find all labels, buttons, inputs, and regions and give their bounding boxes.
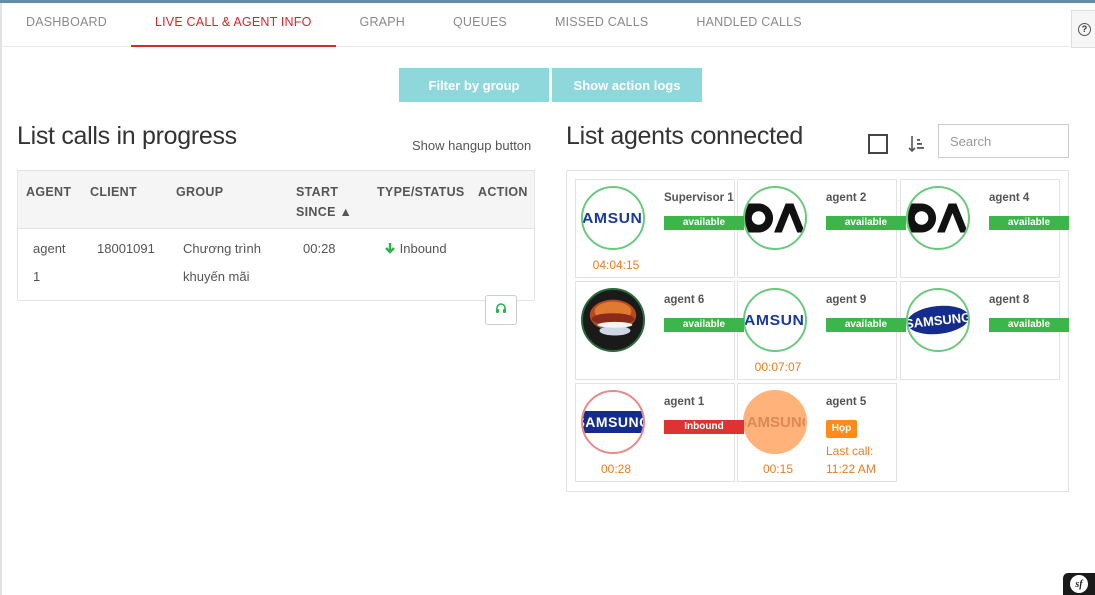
column-start-line2: SINCE ▲ <box>296 205 353 219</box>
agent-card-agent-1[interactable]: SAMSUNG 00:28 agent 1 Inbound <box>575 383 744 482</box>
last-call-info: Last call: 11:22 AM <box>826 442 876 478</box>
agent-timer: 04:04:15 <box>592 258 640 272</box>
symfony-toolbar-button[interactable]: sf <box>1063 573 1095 595</box>
help-button[interactable]: ? <box>1071 10 1095 48</box>
calls-table: AGENT CLIENT GROUP START SINCE ▲ TYPE/ST… <box>17 170 535 325</box>
agent-name: agent 2 <box>826 192 867 204</box>
type-status-label: Inbound <box>399 241 447 256</box>
agents-panel: SAMSUNG 04:04:15 Supervisor 1 available … <box>566 170 1069 492</box>
tab-queues[interactable]: QUEUES <box>429 3 531 47</box>
tab-live-call-agent-info[interactable]: LIVE CALL & AGENT INFO <box>130 3 336 47</box>
select-all-checkbox[interactable] <box>868 134 888 154</box>
cell-type-status: Inbound <box>384 235 447 263</box>
column-type-status[interactable]: TYPE/STATUS <box>377 182 465 202</box>
tab-missed-calls[interactable]: MISSED CALLS <box>531 3 672 47</box>
agent-search-input[interactable] <box>938 124 1069 158</box>
last-call-label: Last call: <box>826 444 874 458</box>
agent-name: agent 6 <box>664 294 705 306</box>
column-group[interactable]: GROUP <box>176 182 223 202</box>
agent-name: agent 4 <box>989 192 1030 204</box>
cell-agent-line2: 1 <box>33 269 41 284</box>
agent-name: agent 5 <box>826 396 867 408</box>
agent-card-agent-6[interactable]: agent 6 available <box>575 281 744 380</box>
status-badge: Inbound <box>664 420 744 434</box>
column-agent[interactable]: AGENT <box>26 182 71 202</box>
samsung-logo-icon: SAMSUNG <box>745 413 805 431</box>
headset-icon <box>495 301 507 319</box>
agent-timer: 00:07:07 <box>754 360 802 374</box>
listen-call-button[interactable] <box>485 295 517 325</box>
left-edge <box>0 3 2 595</box>
show-action-logs-button[interactable]: Show action logs <box>552 68 702 102</box>
status-badge: available <box>989 216 1069 230</box>
calls-table-header: AGENT CLIENT GROUP START SINCE ▲ TYPE/ST… <box>18 171 534 229</box>
cell-group-line1: Chương trình <box>183 241 261 256</box>
samsung-logo-icon: SAMSUNG <box>743 311 805 329</box>
cell-group: Chương trình khuyến mãi <box>183 235 261 291</box>
agent-name: Supervisor 1 <box>664 192 734 204</box>
table-row: agent 1 18001091 Chương trình khuyến mãi… <box>18 229 534 325</box>
cell-group-line2: khuyến mãi <box>183 269 250 284</box>
show-hangup-button-toggle[interactable]: Show hangup button <box>412 138 531 153</box>
tab-handled-calls[interactable]: HANDLED CALLS <box>672 3 825 47</box>
column-client[interactable]: CLIENT <box>90 182 137 202</box>
avatar: SAMSUNG <box>743 288 807 352</box>
on-logo-icon <box>745 203 805 233</box>
status-badge: available <box>664 318 744 332</box>
avatar: SAMSUNG <box>581 390 645 454</box>
status-badge: available <box>826 216 906 230</box>
cell-start-since: 00:28 <box>303 241 336 256</box>
arrow-down-icon <box>384 241 400 256</box>
filter-by-group-button[interactable]: Filter by group <box>399 68 549 102</box>
agent-timer: 00:15 <box>762 462 794 476</box>
question-circle-icon: ? <box>1078 22 1091 36</box>
on-logo-icon <box>908 203 968 233</box>
samsung-logo-icon: SAMSUNG <box>583 411 643 433</box>
avatar <box>743 186 807 250</box>
status-badge: available <box>989 318 1069 332</box>
agent-card-agent-2[interactable]: agent 2 available <box>737 179 906 278</box>
abstract-photo-icon <box>589 299 637 336</box>
symfony-icon: sf <box>1070 575 1088 593</box>
calls-section-title: List calls in progress <box>17 122 237 150</box>
status-badge: available <box>664 216 744 230</box>
cell-agent: agent 1 <box>33 235 66 291</box>
avatar: SAMSUNG <box>906 288 970 352</box>
agent-card-supervisor-1[interactable]: SAMSUNG 04:04:15 Supervisor 1 available <box>575 179 744 278</box>
status-badge: Họp <box>826 420 857 438</box>
sort-amount-icon[interactable] <box>908 134 926 154</box>
avatar: SAMSUNG <box>743 390 807 454</box>
last-call-time: 11:22 AM <box>826 462 876 476</box>
agents-section-title: List agents connected <box>566 122 803 150</box>
agent-name: agent 9 <box>826 294 867 306</box>
column-start-since[interactable]: START SINCE ▲ <box>296 182 352 222</box>
agent-timer: 00:28 <box>600 462 632 476</box>
status-badge: available <box>826 318 906 332</box>
agent-name: agent 1 <box>664 396 705 408</box>
agent-card-agent-5[interactable]: SAMSUNG 00:15 agent 5 Họp Last call: 11:… <box>737 383 897 482</box>
agent-card-agent-8[interactable]: SAMSUNG agent 8 available <box>900 281 1069 380</box>
avatar <box>906 186 970 250</box>
main-tabs: DASHBOARD LIVE CALL & AGENT INFO GRAPH Q… <box>2 3 1070 47</box>
column-start-line1: START <box>296 185 339 199</box>
samsung-logo-icon: SAMSUNG <box>581 209 643 227</box>
avatar: SAMSUNG <box>581 186 645 250</box>
agent-card-agent-9[interactable]: SAMSUNG 00:07:07 agent 9 available <box>737 281 906 380</box>
avatar <box>581 288 645 352</box>
tab-graph[interactable]: GRAPH <box>336 3 429 47</box>
cell-agent-line1: agent <box>33 241 66 256</box>
agent-card-agent-4[interactable]: agent 4 available <box>900 179 1069 278</box>
column-action[interactable]: ACTION <box>478 182 528 202</box>
cell-client: 18001091 <box>97 241 155 256</box>
agent-name: agent 8 <box>989 294 1030 306</box>
samsung-logo-icon: SAMSUNG <box>908 302 968 338</box>
tab-dashboard[interactable]: DASHBOARD <box>2 3 131 47</box>
